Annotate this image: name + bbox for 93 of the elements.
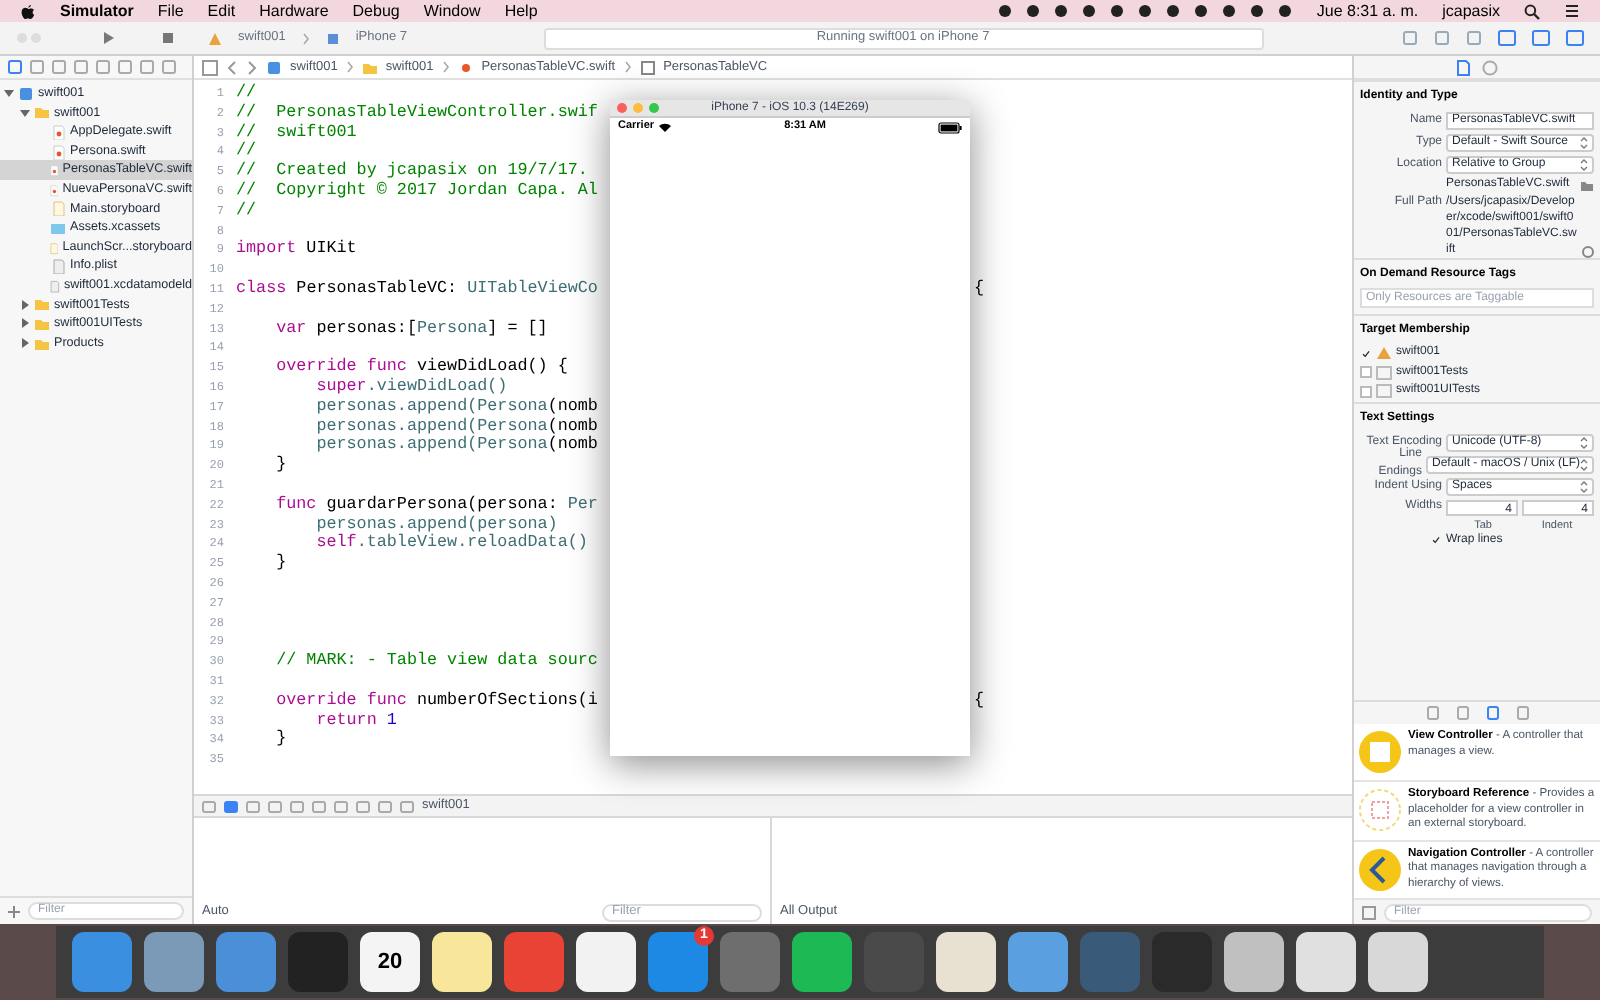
search-icon[interactable] — [1524, 3, 1540, 19]
menu-clock[interactable]: Jue 8:31 a. m. — [1316, 0, 1419, 23]
code-line: personas.append(persona) — [314, 515, 558, 534]
code-line: personas.append(Persona(nomb — [314, 397, 598, 417]
app-icon[interactable] — [1296, 932, 1356, 992]
app-icon[interactable] — [432, 932, 492, 992]
apple-icon[interactable] — [20, 2, 36, 20]
run-icon[interactable] — [100, 30, 116, 46]
grid-view-icon[interactable] — [1362, 905, 1376, 919]
app-icon[interactable]: 20 — [360, 932, 420, 992]
menu-item[interactable]: Window — [423, 0, 481, 23]
app-icon[interactable] — [936, 932, 996, 992]
code-line: // MARK: - Table view data sourc — [274, 652, 598, 672]
battery-icon — [938, 121, 962, 133]
file-inspector-icon[interactable] — [1456, 59, 1470, 75]
code-line: // swift001 — [234, 123, 357, 142]
app-icon[interactable] — [1224, 932, 1284, 992]
breadcrumb-icon — [266, 59, 282, 75]
related-items-icon[interactable] — [202, 59, 218, 75]
code-line: // — [234, 201, 257, 222]
menu-item[interactable]: Hardware — [259, 0, 329, 23]
checkbox[interactable] — [1360, 347, 1372, 360]
chevron-icon — [441, 60, 450, 74]
checkbox[interactable] — [1430, 534, 1442, 546]
menu-item[interactable]: Help — [504, 0, 538, 23]
folder-icon[interactable] — [1580, 179, 1594, 191]
code-line: override func viewDidLoad() { — [274, 358, 568, 377]
code-line: personas.append(Persona(nomb — [314, 417, 598, 436]
code-line: class PersonasTableVC: UITableViewCo — [234, 279, 598, 300]
code-line: import UIKit — [234, 240, 357, 261]
menu-item[interactable]: Simulator — [60, 0, 134, 23]
checkbox[interactable] — [1360, 385, 1372, 398]
code-snippet-icon[interactable] — [1455, 706, 1469, 720]
app-icon[interactable] — [1368, 932, 1428, 992]
code-text: { — [974, 279, 985, 300]
stepper-arrows-icon — [1580, 457, 1588, 471]
app-icon[interactable] — [576, 932, 636, 992]
project-icon — [18, 85, 34, 102]
code-line: var personas:[Persona] = [] — [274, 319, 548, 339]
breadcrumb-icon — [639, 59, 656, 75]
app-icon[interactable] — [1008, 932, 1068, 992]
chevron-icon — [345, 60, 354, 74]
window-controls-icon[interactable] — [616, 102, 660, 114]
code-line: // — [234, 142, 257, 161]
inspector-toggle-icon[interactable] — [1566, 30, 1584, 46]
navigator-toggle-icon[interactable] — [1498, 30, 1516, 46]
code-line: // PersonasTableViewController.swif — [234, 103, 598, 123]
menu-item[interactable]: Debug — [352, 0, 400, 23]
reveal-icon[interactable] — [1582, 246, 1594, 258]
folder-icon — [34, 104, 50, 121]
stepper-arrows-icon — [1580, 479, 1588, 493]
checkbox[interactable] — [1360, 366, 1372, 379]
assistant-icon[interactable] — [1434, 30, 1450, 46]
stepper-arrows-icon — [1580, 158, 1588, 172]
menu-icon[interactable] — [1564, 4, 1580, 18]
code-line: super.viewDidLoad() — [314, 377, 508, 397]
device-icon — [325, 31, 340, 45]
chevron-icon — [301, 31, 310, 45]
stepper-arrows-icon — [1580, 136, 1588, 150]
code-line: override func numberOfSections(i — [274, 691, 598, 711]
code-line: return 1 — [314, 711, 397, 731]
debug-toggle-icon[interactable] — [1532, 30, 1550, 46]
back-chevron-icon — [1358, 847, 1402, 891]
forward-icon[interactable] — [246, 59, 258, 75]
code-line: } — [274, 554, 287, 574]
help-icon[interactable] — [1482, 59, 1498, 75]
code-line: // — [234, 84, 257, 103]
code-line: } — [274, 456, 287, 476]
add-icon[interactable] — [8, 905, 20, 917]
code-text: { — [974, 691, 985, 711]
code-line: // Created by jcapasix on 19/7/17. — [234, 162, 588, 181]
file-icon — [50, 123, 66, 140]
back-icon[interactable] — [226, 59, 238, 75]
chevron-icon — [623, 60, 632, 74]
code-line: } — [274, 730, 287, 751]
version-icon[interactable] — [1466, 30, 1482, 46]
code-line: self.tableView.reloadData() — [314, 534, 588, 555]
app-target-icon — [208, 31, 222, 45]
stepper-arrows-icon — [1580, 435, 1588, 449]
media-library-icon[interactable] — [1515, 706, 1529, 720]
editor-icon[interactable] — [1402, 30, 1418, 46]
file-template-icon[interactable] — [1425, 706, 1439, 720]
menu-item[interactable]: File — [157, 0, 184, 23]
code-line: // Copyright © 2017 Jordan Capa. Al — [234, 181, 598, 201]
menu-item[interactable]: Edit — [207, 0, 236, 23]
app-icon[interactable] — [792, 932, 852, 992]
code-line: func guardarPersona(persona: Per — [274, 495, 598, 515]
code-line: personas.append(Persona(nomb — [314, 436, 598, 457]
user-name[interactable]: jcapasix — [1442, 0, 1500, 23]
wifi-icon — [658, 122, 673, 132]
breadcrumb-icon — [457, 59, 474, 75]
stop-icon[interactable] — [160, 30, 176, 46]
object-library-icon[interactable] — [1485, 706, 1499, 720]
